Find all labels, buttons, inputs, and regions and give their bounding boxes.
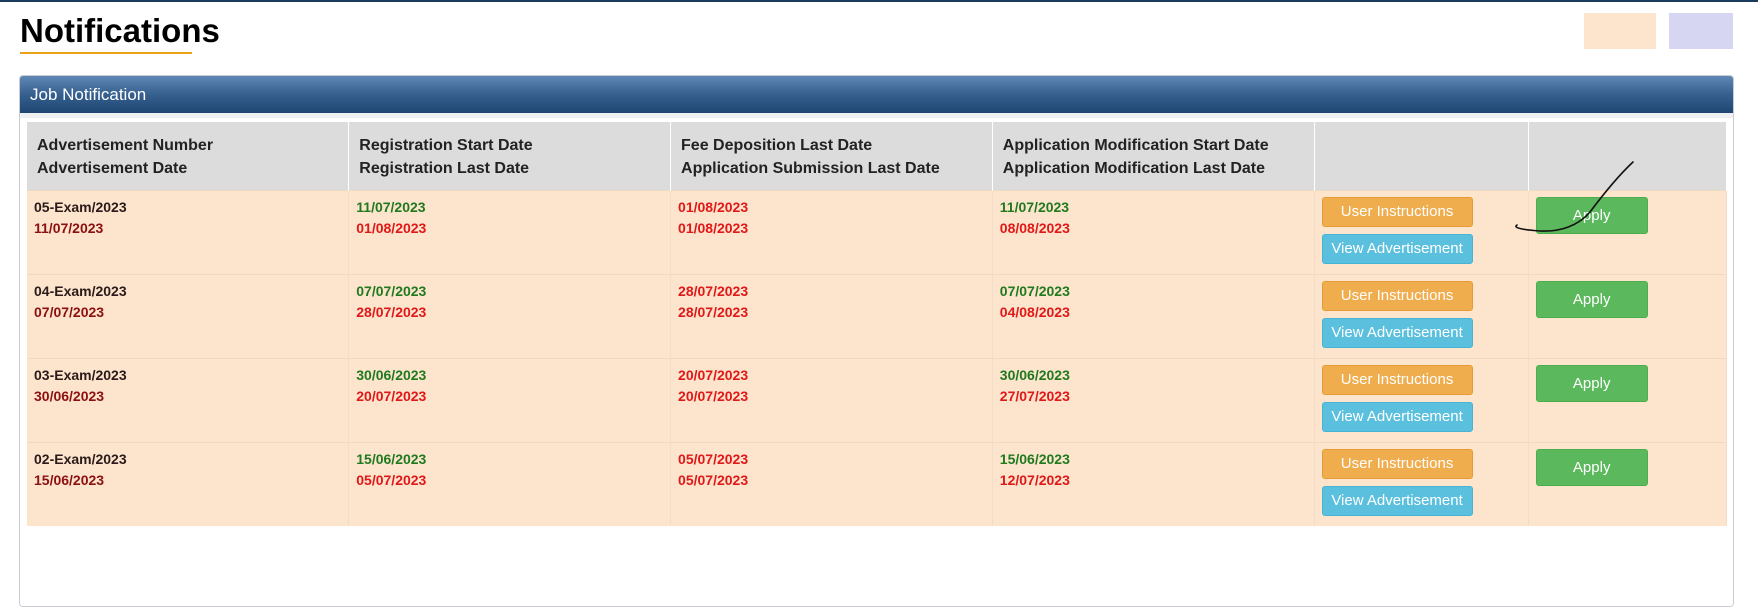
adv-date: 11/07/2023 [34, 220, 104, 236]
view-advertisement-button[interactable]: View Advertisement [1321, 486, 1473, 516]
registration-start-date: 11/07/2023 [356, 199, 426, 215]
panel-header: Job Notification [20, 76, 1733, 113]
view-advertisement-button[interactable]: View Advertisement [1321, 402, 1473, 432]
cell-advertisement: 02-Exam/2023 15/06/2023 [27, 442, 350, 526]
adv-date: 15/06/2023 [34, 472, 105, 488]
cell-registration: 11/07/2023 01/08/2023 [348, 190, 672, 275]
header-line: Fee Deposition Last Date [681, 137, 873, 154]
cell-actions: User Instructions View Advertisement [1314, 358, 1529, 443]
page-title: Notifications [20, 12, 220, 49]
cell-fee-submission: 20/07/2023 20/07/2023 [670, 358, 993, 443]
user-instructions-button[interactable]: User Instructions [1321, 197, 1473, 227]
adv-number: 04-Exam/2023 [34, 283, 127, 299]
legend-swatch-lavender [1669, 13, 1733, 49]
view-advertisement-button[interactable]: View Advertisement [1321, 318, 1473, 348]
header-line: Application Modification Start Date [1002, 137, 1269, 154]
legend-swatch-peach [1584, 13, 1656, 49]
modification-last-date: 12/07/2023 [999, 472, 1070, 488]
apply-button[interactable]: Apply [1535, 197, 1648, 234]
table-header-row: Advertisement Number Advertisement Date … [27, 122, 1728, 191]
cell-actions: User Instructions View Advertisement [1314, 442, 1529, 526]
table-row: 02-Exam/2023 15/06/2023 15/06/2023 05/07… [27, 442, 1728, 526]
header-line: Application Submission Last Date [681, 160, 940, 177]
cell-actions: User Instructions View Advertisement [1314, 190, 1529, 275]
header-line: Registration Last Date [359, 160, 530, 177]
submission-last-date: 20/07/2023 [678, 388, 749, 404]
cell-apply: Apply [1528, 358, 1728, 443]
header-advertisement: Advertisement Number Advertisement Date [27, 122, 350, 191]
user-instructions-button[interactable]: User Instructions [1321, 365, 1473, 395]
modification-start-date: 07/07/2023 [999, 283, 1070, 299]
header-actions [1314, 122, 1529, 191]
cell-modification: 07/07/2023 04/08/2023 [992, 274, 1315, 359]
fee-last-date: 28/07/2023 [678, 283, 749, 299]
adv-number: 02-Exam/2023 [34, 451, 127, 467]
cell-modification: 15/06/2023 12/07/2023 [992, 442, 1315, 526]
registration-start-date: 30/06/2023 [356, 367, 427, 383]
apply-button[interactable]: Apply [1535, 281, 1648, 318]
apply-button[interactable]: Apply [1535, 449, 1648, 486]
cell-apply: Apply [1528, 442, 1728, 526]
registration-last-date: 20/07/2023 [356, 388, 427, 404]
registration-last-date: 28/07/2023 [356, 304, 427, 320]
header-line: Advertisement Number [37, 137, 214, 154]
fee-last-date: 20/07/2023 [678, 367, 749, 383]
cell-actions: User Instructions View Advertisement [1314, 274, 1529, 359]
fee-last-date: 05/07/2023 [678, 451, 749, 467]
cell-registration: 07/07/2023 28/07/2023 [348, 274, 672, 359]
modification-last-date: 04/08/2023 [999, 304, 1070, 320]
top-border [0, 0, 1758, 2]
modification-start-date: 15/06/2023 [999, 451, 1070, 467]
registration-start-date: 07/07/2023 [356, 283, 427, 299]
table-row: 05-Exam/2023 11/07/2023 11/07/2023 01/08… [27, 190, 1728, 275]
title-underline [20, 52, 192, 54]
view-advertisement-button[interactable]: View Advertisement [1321, 234, 1473, 264]
cell-registration: 15/06/2023 05/07/2023 [348, 442, 672, 526]
submission-last-date: 28/07/2023 [678, 304, 749, 320]
registration-last-date: 05/07/2023 [356, 472, 427, 488]
adv-number: 03-Exam/2023 [34, 367, 127, 383]
apply-button[interactable]: Apply [1535, 365, 1648, 402]
header-line: Application Modification Last Date [1002, 160, 1266, 177]
notification-table: Advertisement Number Advertisement Date … [27, 122, 1728, 526]
cell-fee-submission: 28/07/2023 28/07/2023 [670, 274, 993, 359]
cell-apply: Apply [1528, 190, 1728, 275]
job-notification-panel: Job Notification Advertisement Number Ad… [19, 75, 1734, 607]
registration-last-date: 01/08/2023 [356, 220, 427, 236]
cell-advertisement: 05-Exam/2023 11/07/2023 [27, 190, 350, 275]
header-line: Registration Start Date [359, 137, 533, 154]
registration-start-date: 15/06/2023 [356, 451, 427, 467]
fee-last-date: 01/08/2023 [678, 199, 749, 215]
user-instructions-button[interactable]: User Instructions [1321, 449, 1473, 479]
cell-modification: 30/06/2023 27/07/2023 [992, 358, 1315, 443]
modification-last-date: 08/08/2023 [999, 220, 1070, 236]
submission-last-date: 05/07/2023 [678, 472, 749, 488]
modification-start-date: 11/07/2023 [999, 199, 1070, 215]
modification-start-date: 30/06/2023 [999, 367, 1070, 383]
cell-modification: 11/07/2023 08/08/2023 [992, 190, 1315, 275]
header-fee-submission: Fee Deposition Last Date Application Sub… [670, 122, 993, 191]
cell-registration: 30/06/2023 20/07/2023 [348, 358, 672, 443]
panel-body: Advertisement Number Advertisement Date … [20, 113, 1733, 606]
header-modification: Application Modification Start Date Appl… [992, 122, 1315, 191]
header-line: Advertisement Date [37, 160, 188, 177]
header-apply [1528, 122, 1728, 191]
cell-advertisement: 04-Exam/2023 07/07/2023 [27, 274, 350, 359]
adv-date: 07/07/2023 [34, 304, 105, 320]
submission-last-date: 01/08/2023 [678, 220, 749, 236]
cell-advertisement: 03-Exam/2023 30/06/2023 [27, 358, 350, 443]
modification-last-date: 27/07/2023 [999, 388, 1070, 404]
table-row: 03-Exam/2023 30/06/2023 30/06/2023 20/07… [27, 358, 1728, 443]
user-instructions-button[interactable]: User Instructions [1321, 281, 1473, 311]
cell-apply: Apply [1528, 274, 1728, 359]
adv-date: 30/06/2023 [34, 388, 105, 404]
cell-fee-submission: 05/07/2023 05/07/2023 [670, 442, 993, 526]
header-registration: Registration Start Date Registration Las… [348, 122, 672, 191]
adv-number: 05-Exam/2023 [34, 199, 127, 215]
cell-fee-submission: 01/08/2023 01/08/2023 [670, 190, 993, 275]
table-row: 04-Exam/2023 07/07/2023 07/07/2023 28/07… [27, 274, 1728, 359]
